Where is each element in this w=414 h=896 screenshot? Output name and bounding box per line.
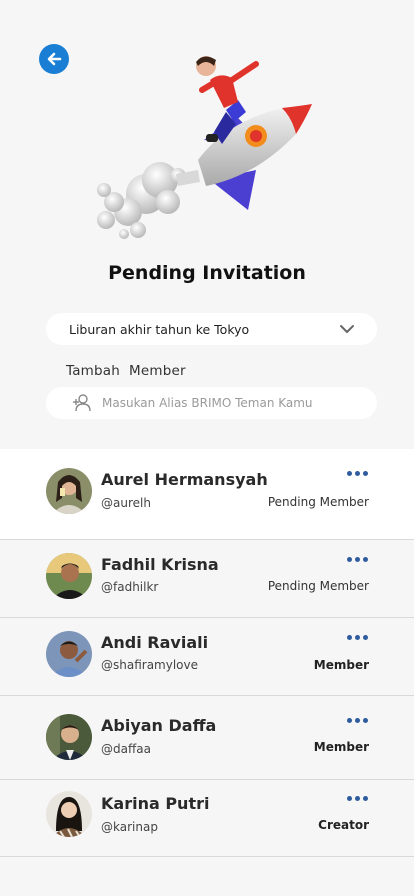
member-handle: @shafiramylove: [101, 658, 199, 672]
arrow-left-icon: [47, 52, 62, 66]
alias-input-container[interactable]: [46, 387, 377, 419]
more-options-icon[interactable]: [347, 555, 368, 564]
member-status: Member: [313, 740, 369, 754]
member-list: Aurel Hermansyah @aurelh Pending Member …: [0, 449, 414, 857]
member-name: Aurel Hermansyah: [101, 470, 268, 489]
member-row[interactable]: Karina Putri @karinap Creator: [0, 780, 414, 857]
more-options-icon[interactable]: [347, 633, 368, 642]
more-options-icon[interactable]: [347, 716, 368, 725]
member-row[interactable]: Fadhil Krisna @fadhilkr Pending Member: [0, 540, 414, 618]
member-row[interactable]: Andi Raviali @shafiramylove Member: [0, 618, 414, 696]
more-options-icon[interactable]: [347, 794, 368, 803]
alias-input[interactable]: [102, 396, 362, 410]
avatar: [46, 468, 92, 514]
member-status: Pending Member: [267, 579, 369, 593]
member-status: Creator: [318, 818, 369, 832]
member-handle: @fadhilkr: [101, 580, 159, 594]
more-options-icon[interactable]: [347, 469, 368, 478]
member-name: Fadhil Krisna: [101, 555, 219, 574]
trip-select[interactable]: Liburan akhir tahun ke Tokyo: [46, 313, 377, 345]
member-handle: @daffaa: [101, 742, 151, 756]
member-status: Pending Member: [267, 495, 369, 509]
page-title: Pending Invitation: [108, 262, 306, 284]
trip-select-value: Liburan akhir tahun ke Tokyo: [69, 321, 250, 337]
rocket-illustration: [97, 56, 312, 239]
member-row[interactable]: Aurel Hermansyah @aurelh Pending Member: [0, 449, 414, 540]
member-status: Member: [313, 658, 369, 672]
member-handle: @karinap: [101, 820, 158, 834]
avatar: [46, 553, 92, 599]
chevron-down-icon: [340, 325, 354, 333]
back-button[interactable]: [39, 44, 69, 74]
member-row[interactable]: Abiyan Daffa @daffaa Member: [0, 696, 414, 780]
avatar: [46, 791, 92, 837]
avatar: [46, 714, 92, 760]
member-handle: @aurelh: [101, 496, 151, 510]
add-member-label: Tambah Member: [66, 363, 186, 379]
avatar: [46, 631, 92, 677]
member-name: Andi Raviali: [101, 633, 209, 652]
member-name: Karina Putri: [101, 794, 210, 813]
member-name: Abiyan Daffa: [101, 716, 217, 735]
add-user-icon: [73, 394, 91, 412]
